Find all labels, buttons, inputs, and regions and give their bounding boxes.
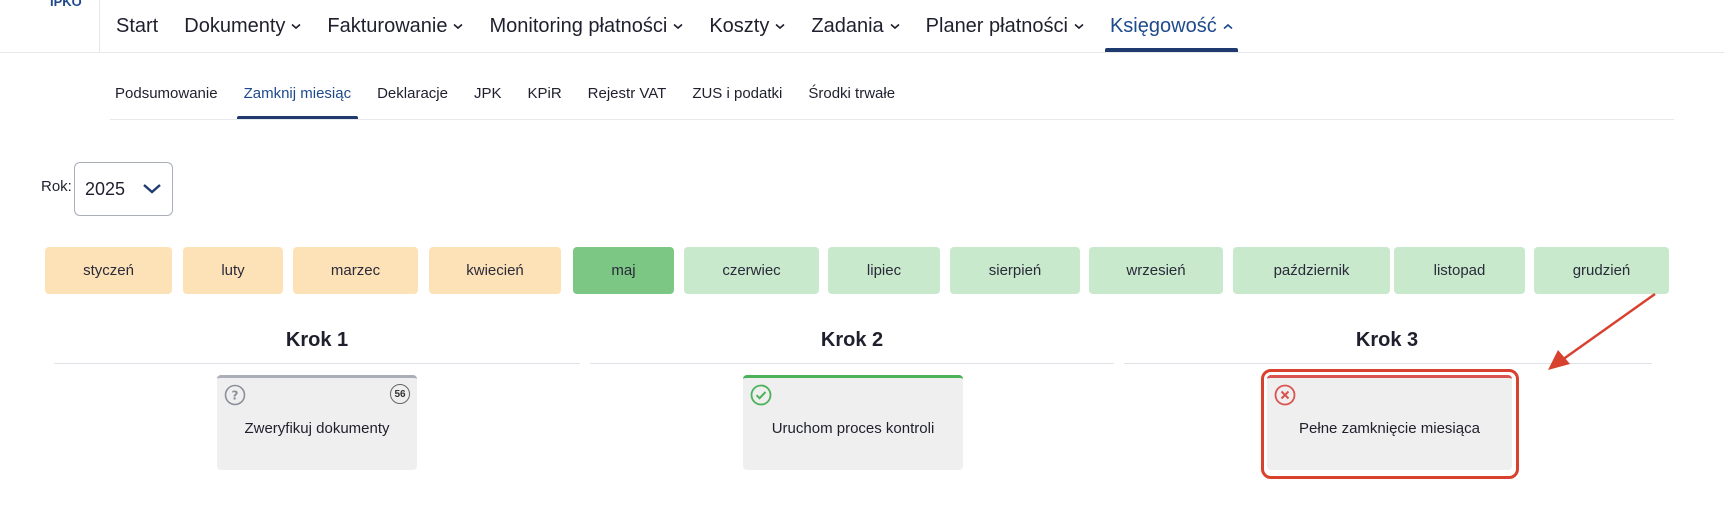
month-styczen[interactable]: styczeń bbox=[45, 247, 172, 294]
top-navigation: Start Dokumenty Fakturowanie Monitoring … bbox=[103, 0, 1246, 52]
topnav-divider bbox=[0, 52, 1724, 53]
year-select[interactable]: 2025 bbox=[74, 162, 173, 216]
month-wrzesien[interactable]: wrzesień bbox=[1089, 247, 1223, 294]
step-1-card[interactable]: ? 56 Zweryfikuj dokumenty bbox=[217, 375, 417, 470]
chevron-down-icon bbox=[453, 23, 463, 30]
question-icon: ? bbox=[224, 384, 246, 411]
step-2-title: Krok 2 bbox=[820, 329, 884, 351]
topnav-dokumenty[interactable]: Dokumenty bbox=[171, 0, 314, 52]
header-divider bbox=[99, 0, 100, 52]
topnav-zadania[interactable]: Zadania bbox=[798, 0, 912, 52]
month-pazdziernik[interactable]: październik bbox=[1233, 247, 1390, 294]
step-1-card-label: Zweryfikuj dokumenty bbox=[244, 420, 390, 437]
topnav-planer-platnosci[interactable]: Planer płatności bbox=[913, 0, 1097, 52]
svg-text:?: ? bbox=[232, 389, 239, 403]
topnav-label: Zadania bbox=[811, 14, 884, 37]
month-czerwiec[interactable]: czerwiec bbox=[684, 247, 819, 294]
topnav-monitoring-platnosci[interactable]: Monitoring płatności bbox=[476, 0, 696, 52]
step-2-card-label: Uruchom proces kontroli bbox=[771, 420, 935, 437]
chevron-up-icon bbox=[1223, 23, 1233, 30]
topnav-label: Monitoring płatności bbox=[489, 14, 668, 37]
month-lipiec[interactable]: lipiec bbox=[828, 247, 940, 294]
document-count-badge: 56 bbox=[390, 384, 410, 404]
topnav-fakturowanie[interactable]: Fakturowanie bbox=[314, 0, 476, 52]
tab-rejestr-vat[interactable]: Rejestr VAT bbox=[575, 66, 680, 120]
chevron-down-icon bbox=[890, 23, 900, 30]
chevron-down-icon bbox=[142, 180, 162, 203]
month-marzec[interactable]: marzec bbox=[293, 247, 418, 294]
topnav-ksiegowosc[interactable]: Księgowość bbox=[1097, 0, 1246, 52]
year-value: 2025 bbox=[85, 178, 126, 199]
topnav-label: Koszty bbox=[709, 14, 770, 37]
chevron-down-icon bbox=[673, 23, 683, 30]
step-1-title: Krok 1 bbox=[285, 329, 349, 351]
topnav-start[interactable]: Start bbox=[103, 0, 171, 52]
tab-jpk[interactable]: JPK bbox=[461, 66, 515, 120]
topnav-label: Fakturowanie bbox=[327, 14, 448, 37]
tab-podsumowanie[interactable]: Podsumowanie bbox=[102, 66, 231, 120]
error-circle-icon bbox=[1274, 384, 1296, 411]
step-1-divider bbox=[54, 363, 580, 364]
tab-deklaracje[interactable]: Deklaracje bbox=[364, 66, 461, 120]
tab-kpir[interactable]: KPiR bbox=[514, 66, 574, 120]
month-luty[interactable]: luty bbox=[183, 247, 283, 294]
step-3-card-label: Pełne zamknięcie miesiąca bbox=[1299, 420, 1480, 437]
month-maj[interactable]: maj bbox=[573, 247, 674, 294]
year-label: Rok: bbox=[41, 178, 72, 195]
topnav-koszty[interactable]: Koszty bbox=[696, 0, 798, 52]
chevron-down-icon bbox=[1074, 23, 1084, 30]
step-2-divider bbox=[590, 363, 1114, 364]
topnav-label: Start bbox=[116, 14, 159, 37]
step-3-card[interactable]: Pełne zamknięcie miesiąca bbox=[1267, 375, 1512, 470]
month-kwiecien[interactable]: kwiecień bbox=[429, 247, 561, 294]
month-listopad[interactable]: listopad bbox=[1394, 247, 1525, 294]
tab-zus-i-podatki[interactable]: ZUS i podatki bbox=[679, 66, 795, 120]
check-circle-icon bbox=[750, 384, 772, 411]
month-sierpien[interactable]: sierpień bbox=[950, 247, 1080, 294]
step-2-card[interactable]: Uruchom proces kontroli bbox=[743, 375, 963, 470]
step-3-title: Krok 3 bbox=[1355, 329, 1419, 351]
topnav-label: Księgowość bbox=[1109, 14, 1217, 37]
subnav-divider bbox=[110, 119, 1674, 120]
tab-zamknij-miesiac[interactable]: Zamknij miesiąc bbox=[231, 66, 365, 120]
chevron-down-icon bbox=[775, 23, 785, 30]
chevron-down-icon bbox=[291, 23, 301, 30]
sub-navigation: Podsumowanie Zamknij miesiąc Deklaracje … bbox=[102, 66, 908, 120]
logo[interactable]: IPKO bbox=[50, 0, 82, 9]
month-grudzien[interactable]: grudzień bbox=[1534, 247, 1669, 294]
topnav-label: Planer płatności bbox=[925, 14, 1068, 37]
topnav-label: Dokumenty bbox=[184, 14, 286, 37]
tab-srodki-trwale[interactable]: Środki trwałe bbox=[795, 66, 908, 120]
annotation-arrow-icon bbox=[1548, 292, 1656, 370]
